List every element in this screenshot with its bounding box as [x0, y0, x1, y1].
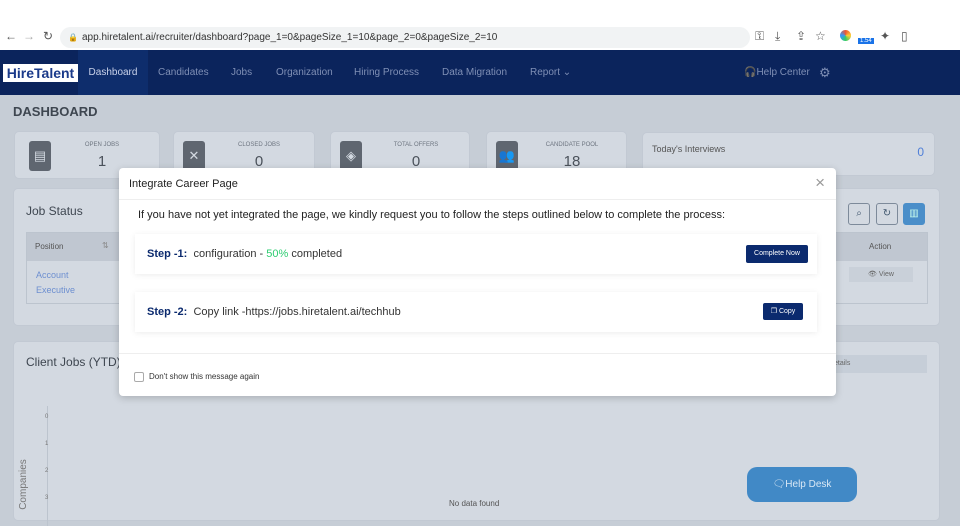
help-center-label: Help Center	[756, 67, 810, 78]
back-icon[interactable]: ←	[5, 29, 17, 43]
close-icon[interactable]: ×	[815, 173, 825, 193]
star-icon[interactable]: ☆	[815, 29, 826, 43]
nav-dashboard[interactable]: Dashboard	[78, 50, 148, 95]
step-1-text: configuration -	[193, 248, 267, 260]
help-center-link[interactable]: 🎧Help Center	[744, 50, 810, 95]
copy-button[interactable]: ❐ Copy	[763, 303, 803, 320]
client-jobs-title: Client Jobs (YTD)	[26, 355, 121, 369]
copy-label: Copy	[778, 308, 796, 315]
copy-icon: ❐	[770, 308, 779, 315]
puzzle-icon[interactable]: ✦	[880, 29, 890, 43]
step-1-tail: completed	[288, 248, 343, 260]
offer-tag-icon: ◈	[340, 141, 362, 171]
refresh-button[interactable]: ↻	[876, 203, 898, 225]
interviews-value: 0	[917, 145, 924, 159]
y-tick: 3	[45, 495, 49, 501]
modal-intro: If you have not yet integrated the page,…	[138, 209, 726, 221]
logo[interactable]: HireTalent	[3, 64, 78, 82]
extension-badge[interactable]: 1.54	[858, 38, 874, 44]
eye-icon: 👁	[868, 271, 879, 278]
nav-hiring-process[interactable]: Hiring Process	[354, 50, 419, 95]
search-button[interactable]: ⌕	[848, 203, 870, 225]
card-label: CANDIDATE POOL	[545, 142, 599, 148]
interviews-label: Today's Interviews	[652, 144, 726, 154]
step-2-label: Step -2:	[147, 306, 188, 318]
step-1-percent: 50%	[266, 248, 289, 260]
dont-show-label[interactable]: Don't show this message again	[149, 372, 259, 381]
install-icon[interactable]: ⤓	[775, 29, 780, 44]
address-bar[interactable]: 🔒 app.hiretalent.ai/recruiter/dashboard?p…	[60, 27, 750, 48]
col-position[interactable]: Position	[35, 242, 63, 251]
nav-organization[interactable]: Organization	[276, 50, 333, 95]
help-desk-button[interactable]: 🗨Help Desk	[747, 467, 857, 502]
step-1-label: Step -1:	[147, 248, 188, 260]
user-x-icon: ✕	[183, 141, 205, 171]
nav-jobs[interactable]: Jobs	[231, 50, 252, 95]
url-text: app.hiretalent.ai/recruiter/dashboard?pa…	[82, 32, 498, 43]
share-icon[interactable]: ⇪	[796, 29, 806, 43]
sort-icon[interactable]: ⇅	[102, 241, 109, 250]
y-tick: 1	[45, 441, 49, 447]
step-2-text: Copy link -https://jobs.hiretalent.ai/te…	[193, 306, 401, 318]
key-icon[interactable]: ⚿	[755, 29, 764, 44]
help-desk-label: Help Desk	[785, 479, 832, 490]
card-label: OPEN JOBS	[84, 142, 120, 148]
page-title: DASHBOARD	[13, 104, 98, 119]
job-status-title: Job Status	[26, 204, 83, 218]
y-tick: 0	[45, 414, 49, 420]
step-2-row: Step -2: Copy link -https://jobs.hiretal…	[135, 292, 817, 332]
job-icon: ▤	[29, 141, 51, 171]
no-data-text: No data found	[449, 499, 500, 508]
complete-now-button[interactable]: Complete Now	[746, 245, 808, 263]
col-action: Action	[869, 242, 892, 251]
reload-icon[interactable]: ↻	[43, 29, 53, 43]
sidepanel-icon[interactable]: ▯	[901, 29, 908, 43]
nav-report[interactable]: Report ⌄	[530, 50, 571, 95]
chat-icon: 🗨	[772, 479, 786, 490]
card-label: CLOSED JOBS	[237, 142, 280, 148]
modal-title: Integrate Career Page	[129, 178, 238, 190]
nav-candidates[interactable]: Candidates	[158, 50, 209, 95]
settings-gear-icon[interactable]: ⚙	[819, 50, 831, 95]
forward-icon[interactable]: →	[23, 29, 35, 43]
dont-show-checkbox[interactable]	[134, 372, 144, 382]
columns-button[interactable]: ▥	[903, 203, 925, 225]
headset-icon: 🎧	[744, 67, 757, 78]
step-1-row: Step -1: configuration - 50% completed C…	[135, 234, 817, 274]
card-label: TOTAL OFFERS	[393, 142, 439, 148]
lock-icon: 🔒	[68, 33, 78, 42]
nav-data-migration[interactable]: Data Migration	[442, 50, 507, 95]
view-button[interactable]: 👁 View	[849, 267, 913, 282]
view-label: View	[878, 271, 894, 278]
y-axis-label: Companies	[17, 459, 29, 510]
position-link[interactable]: Account Executive	[36, 268, 86, 298]
extension-icon[interactable]	[840, 30, 851, 41]
integrate-career-page-modal: Integrate Career Page × If you have not …	[119, 168, 836, 396]
y-tick: 2	[45, 468, 49, 474]
group-icon: 👥	[496, 141, 518, 171]
